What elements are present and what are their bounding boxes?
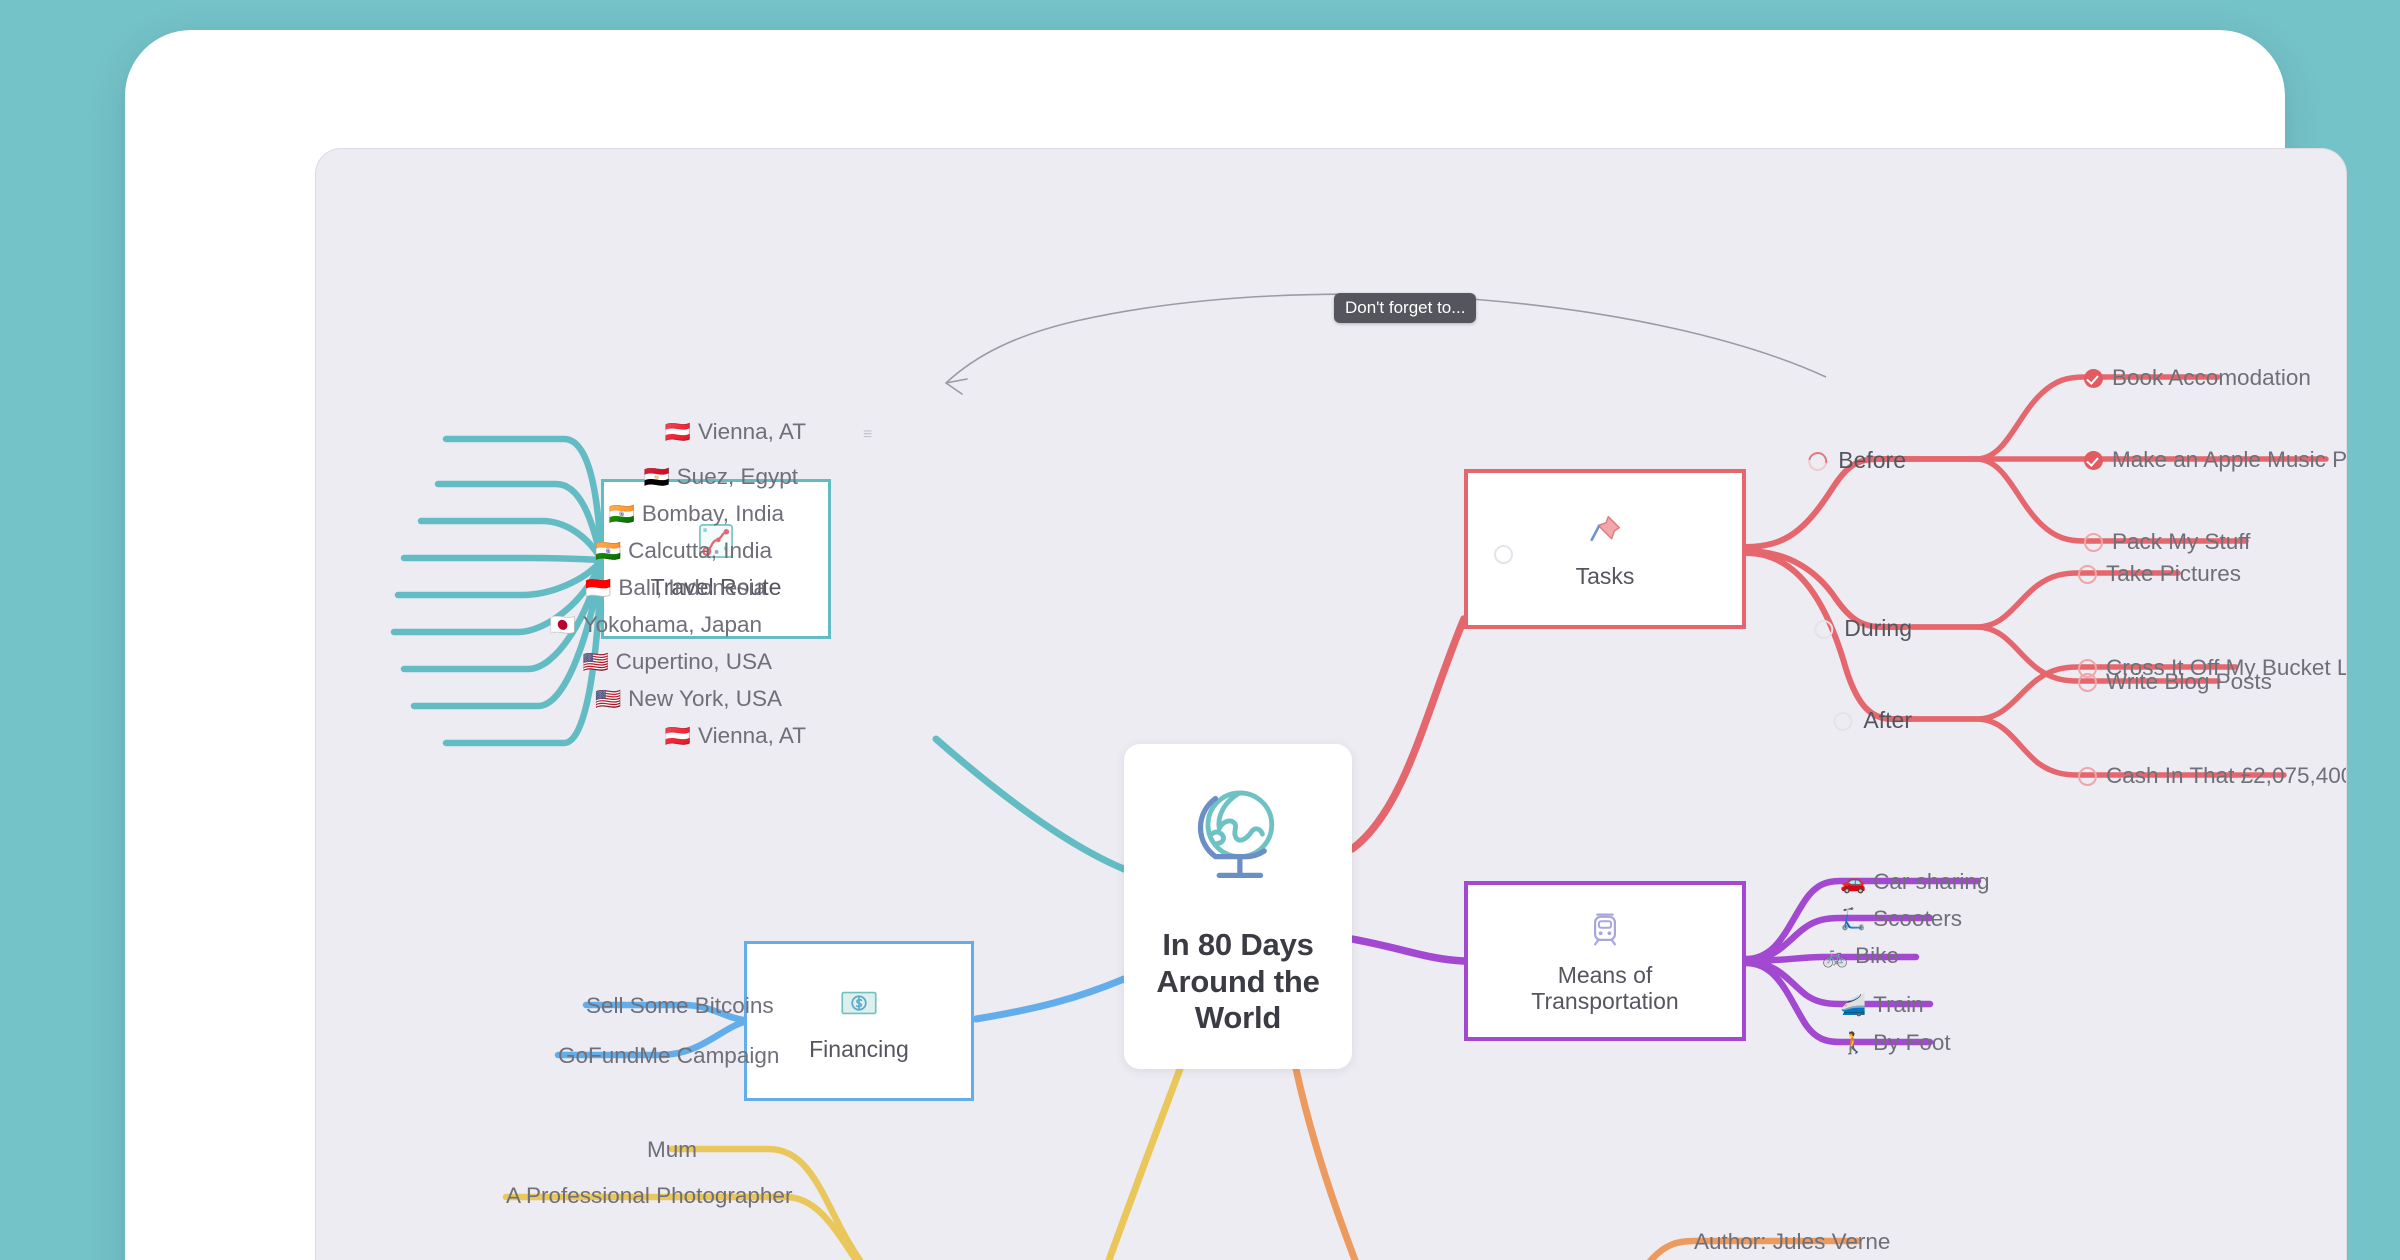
- task-book-accomodation[interactable]: Book Accomodation: [2084, 366, 2311, 390]
- leaf-gofundme[interactable]: GoFundMe Campaign: [558, 1044, 779, 1068]
- task-apple-music-playlist[interactable]: Make an Apple Music Playlist: [2084, 448, 2346, 472]
- leaf-yokohama[interactable]: 🇯🇵 Yokohama, Japan: [549, 613, 762, 637]
- leaf-mum[interactable]: Mum: [647, 1138, 697, 1162]
- leaf-bike[interactable]: 🚲 Bike: [1822, 944, 1899, 968]
- car-icon: 🚗: [1840, 871, 1867, 894]
- branch-node-means-of-transportation[interactable]: Means of Transportation: [1464, 881, 1746, 1041]
- globe-icon: [1178, 776, 1298, 901]
- train-emoji-icon: 🚄: [1840, 994, 1867, 1017]
- task-group-after[interactable]: After: [1833, 709, 1912, 732]
- progress-ring-before: [1804, 448, 1831, 475]
- task-group-during[interactable]: During: [1814, 617, 1912, 640]
- leaf-new-york[interactable]: 🇺🇸 New York, USA: [595, 687, 782, 711]
- task-group-before[interactable]: Before: [1804, 448, 1906, 475]
- leaf-bombay[interactable]: 🇮🇳 Bombay, India: [608, 502, 784, 526]
- task-cross-off-bucket-list[interactable]: Cross It Off My Bucket List: [2078, 656, 2346, 680]
- flag-icon-jp: 🇯🇵: [549, 614, 576, 637]
- title-line-1: In 80 Days: [1162, 927, 1314, 963]
- flag-icon-us-2: 🇺🇸: [595, 688, 622, 711]
- train-icon: [1583, 908, 1627, 952]
- checkbox-empty-icon-4[interactable]: [2078, 659, 2097, 678]
- flag-icon-in-1: 🇮🇳: [608, 503, 635, 526]
- flag-icon-us-1: 🇺🇸: [582, 651, 609, 674]
- branch-node-tasks[interactable]: Tasks: [1464, 469, 1746, 629]
- leaf-vienna-1[interactable]: 🇦🇹 Vienna, AT: [664, 420, 806, 444]
- branch-label-tasks: Tasks: [1575, 562, 1635, 589]
- screenshot-root: In 80 Days Around the World Travel Route…: [0, 0, 2400, 1260]
- checkbox-checked-icon-2[interactable]: [2084, 451, 2103, 470]
- leaf-vienna-2[interactable]: 🇦🇹 Vienna, AT: [664, 724, 806, 748]
- branch-node-financing[interactable]: Financing: [744, 941, 974, 1101]
- scooter-icon: 🛴: [1840, 908, 1867, 931]
- leaf-by-foot[interactable]: 🚶 By Foot: [1840, 1031, 1951, 1055]
- title-line-2: Around the: [1156, 963, 1320, 999]
- progress-ring-during: [1814, 620, 1834, 639]
- tablet-bezel: In 80 Days Around the World Travel Route…: [125, 30, 2347, 1260]
- leaf-train[interactable]: 🚄 Train: [1840, 993, 1924, 1017]
- leaf-cupertino[interactable]: 🇺🇸 Cupertino, USA: [582, 650, 772, 674]
- checkbox-empty-icon-2[interactable]: [2078, 565, 2097, 584]
- leaf-suez[interactable]: 🇪🇬 Suez, Egypt: [643, 465, 798, 489]
- branch-label-means-of-transportation: Means of Transportation: [1531, 961, 1679, 1014]
- node-collapse-indicator[interactable]: ≡: [863, 426, 873, 444]
- task-pack-my-stuff[interactable]: Pack My Stuff: [2084, 530, 2250, 554]
- leaf-professional-photographer[interactable]: A Professional Photographer: [506, 1184, 792, 1208]
- checkbox-checked-icon[interactable]: [2084, 369, 2103, 388]
- walking-icon: 🚶: [1840, 1032, 1867, 1055]
- checkbox-empty-icon-1[interactable]: [2084, 533, 2103, 552]
- leaf-sell-bitcoins[interactable]: Sell Some Bitcoins: [586, 994, 774, 1018]
- mindmap-canvas[interactable]: In 80 Days Around the World Travel Route…: [315, 148, 2347, 1260]
- flag-icon-id: 🇮🇩: [585, 577, 612, 600]
- relationship-label[interactable]: Don't forget to...: [1334, 293, 1477, 323]
- central-node-title: In 80 Days Around the World: [1156, 927, 1320, 1037]
- money-icon: [836, 980, 882, 1026]
- leaf-calcutta[interactable]: 🇮🇳 Calcutta, India: [595, 539, 772, 563]
- branch-label-financing: Financing: [809, 1035, 909, 1062]
- flag-icon-at-2: 🇦🇹: [664, 725, 691, 748]
- tasks-progress-ring: [1494, 545, 1513, 564]
- central-node[interactable]: In 80 Days Around the World: [1124, 744, 1352, 1069]
- pushpin-icon: [1583, 509, 1627, 553]
- checkbox-empty-icon-5[interactable]: [2078, 767, 2097, 786]
- leaf-bali[interactable]: 🇮🇩 Bali, Indonesia: [585, 576, 766, 600]
- leaf-scooters[interactable]: 🛴 Scooters: [1840, 907, 1962, 931]
- task-take-pictures[interactable]: Take Pictures: [2078, 562, 2241, 586]
- title-line-3: World: [1194, 1000, 1282, 1036]
- flag-icon-eg: 🇪🇬: [643, 466, 670, 489]
- flag-icon-at: 🇦🇹: [664, 421, 691, 444]
- leaf-author-jules-verne[interactable]: Author: Jules Verne: [1694, 1230, 1890, 1254]
- leaf-car-sharing[interactable]: 🚗 Car sharing: [1840, 870, 1989, 894]
- task-cash-in-wager[interactable]: Cash In That £2,075,400 Wager: [2078, 764, 2346, 788]
- bike-icon: 🚲: [1822, 945, 1849, 968]
- flag-icon-in-2: 🇮🇳: [595, 540, 622, 563]
- progress-ring-after: [1833, 712, 1853, 731]
